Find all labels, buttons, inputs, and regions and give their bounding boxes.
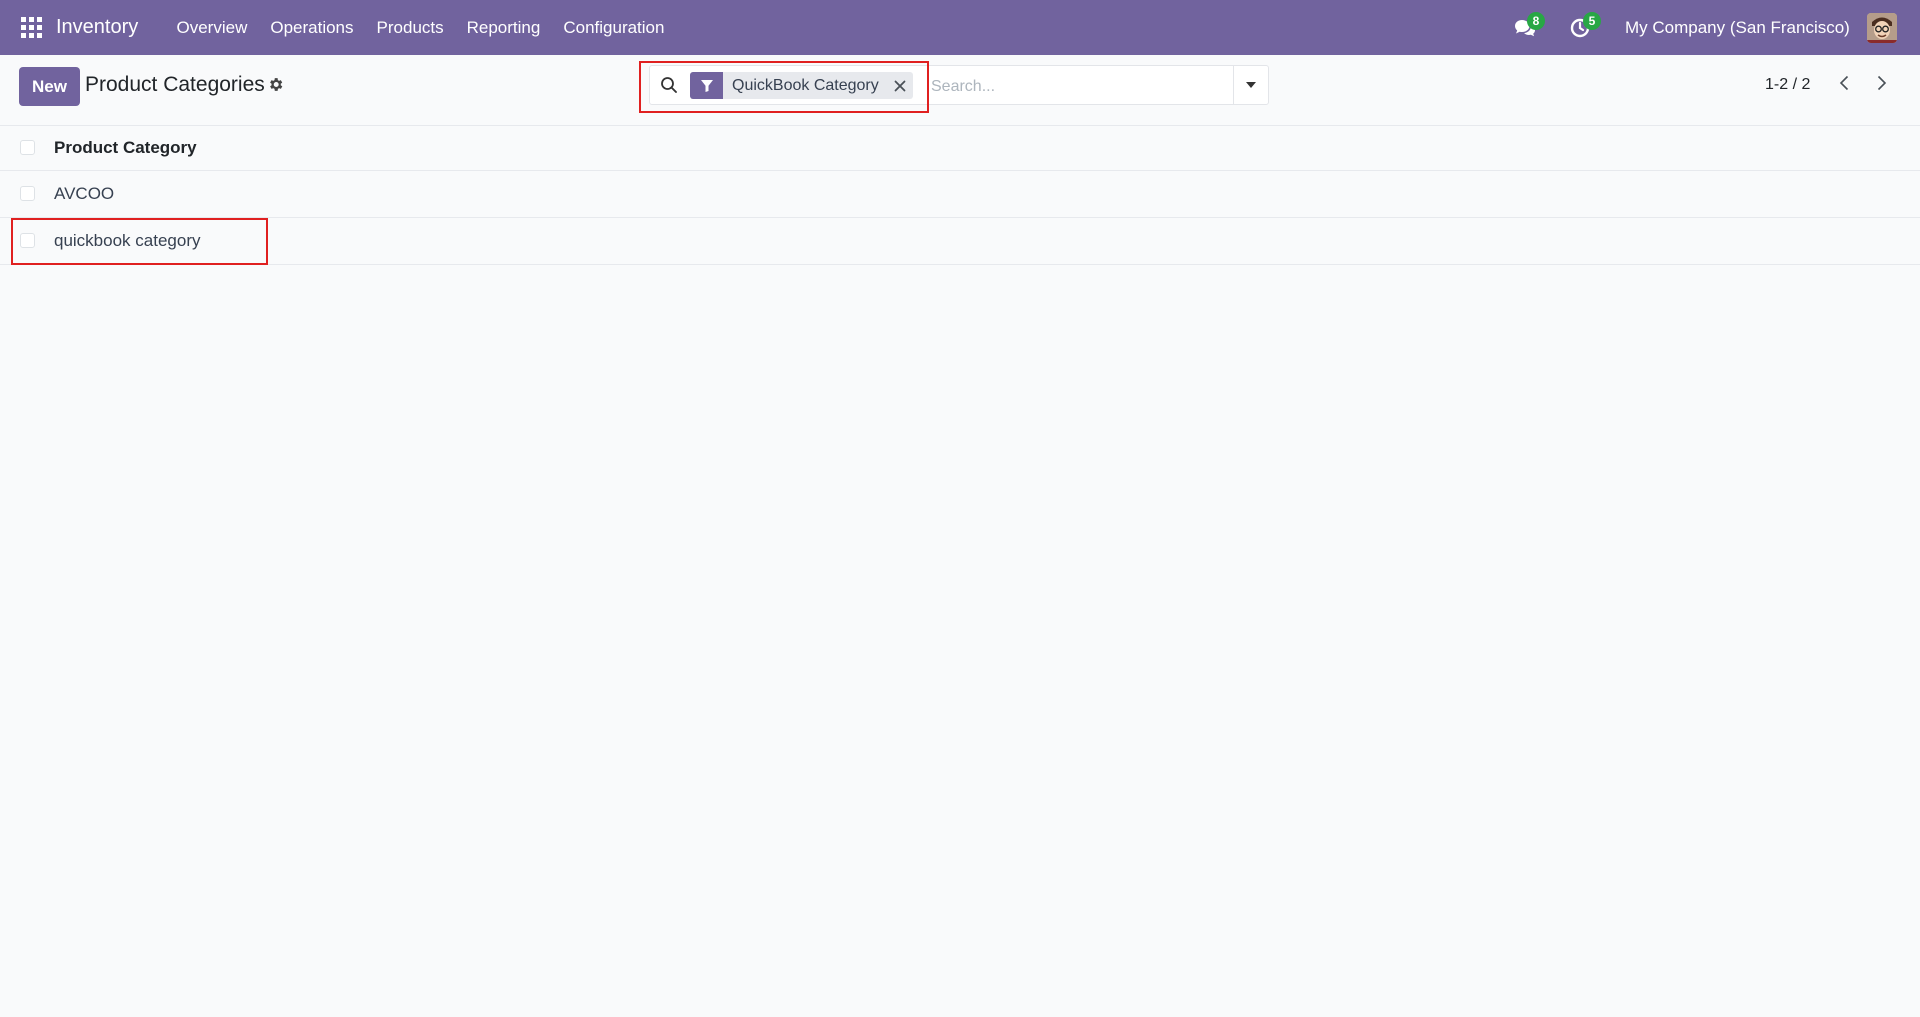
messages-count-badge: 8 (1527, 12, 1545, 30)
product-category-name[interactable]: AVCOO (54, 171, 114, 217)
menu-item-configuration[interactable]: Configuration (552, 0, 676, 55)
page-title: Product Categories (85, 73, 265, 96)
list-view: Product Category AVCOO quickbook categor… (0, 126, 1920, 265)
select-all-checkbox[interactable] (20, 140, 35, 155)
user-avatar[interactable] (1867, 13, 1897, 43)
app-brand[interactable]: Inventory (56, 0, 138, 55)
activities-count-badge: 5 (1583, 12, 1601, 30)
menu-item-overview[interactable]: Overview (165, 0, 259, 55)
new-button[interactable]: New (19, 67, 80, 106)
menu-item-reporting[interactable]: Reporting (455, 0, 552, 55)
search-bar: QuickBook Category (649, 65, 1269, 105)
chevron-right-icon (1877, 75, 1887, 96)
pager-value[interactable]: 1-2 / 2 (1765, 73, 1810, 97)
table-row[interactable]: quickbook category (0, 218, 1920, 265)
table-row[interactable]: AVCOO (0, 171, 1920, 218)
search-icon (660, 76, 678, 94)
menu-item-products[interactable]: Products (365, 0, 455, 55)
close-icon[interactable] (887, 72, 913, 99)
pager-previous-button[interactable] (1831, 72, 1857, 98)
menu-item-operations[interactable]: Operations (259, 0, 365, 55)
filter-icon (690, 72, 723, 99)
search-options-toggle[interactable] (1233, 66, 1268, 104)
product-category-name[interactable]: quickbook category (54, 218, 200, 264)
row-checkbox[interactable] (20, 186, 35, 201)
row-checkbox[interactable] (20, 233, 35, 248)
search-input[interactable] (929, 72, 1233, 101)
company-switcher[interactable]: My Company (San Francisco) (1625, 0, 1850, 55)
messages-button[interactable]: 8 (1514, 12, 1545, 40)
column-header-product-category[interactable]: Product Category (54, 126, 197, 170)
list-header-row: Product Category (0, 126, 1920, 171)
gear-icon[interactable] (267, 76, 284, 93)
control-panel: New Product Categories QuickBook Categor… (0, 55, 1920, 126)
activities-button[interactable]: 5 (1570, 12, 1601, 40)
top-navbar: Inventory Overview Operations Products R… (0, 0, 1920, 55)
chevron-left-icon (1839, 75, 1849, 96)
facet-value: QuickBook Category (732, 77, 879, 94)
main-menu: Overview Operations Products Reporting C… (165, 0, 676, 55)
caret-down-icon (1245, 76, 1257, 94)
apps-grid-icon[interactable] (21, 17, 42, 38)
pager-next-button[interactable] (1869, 72, 1895, 98)
search-facet: QuickBook Category (690, 72, 913, 99)
